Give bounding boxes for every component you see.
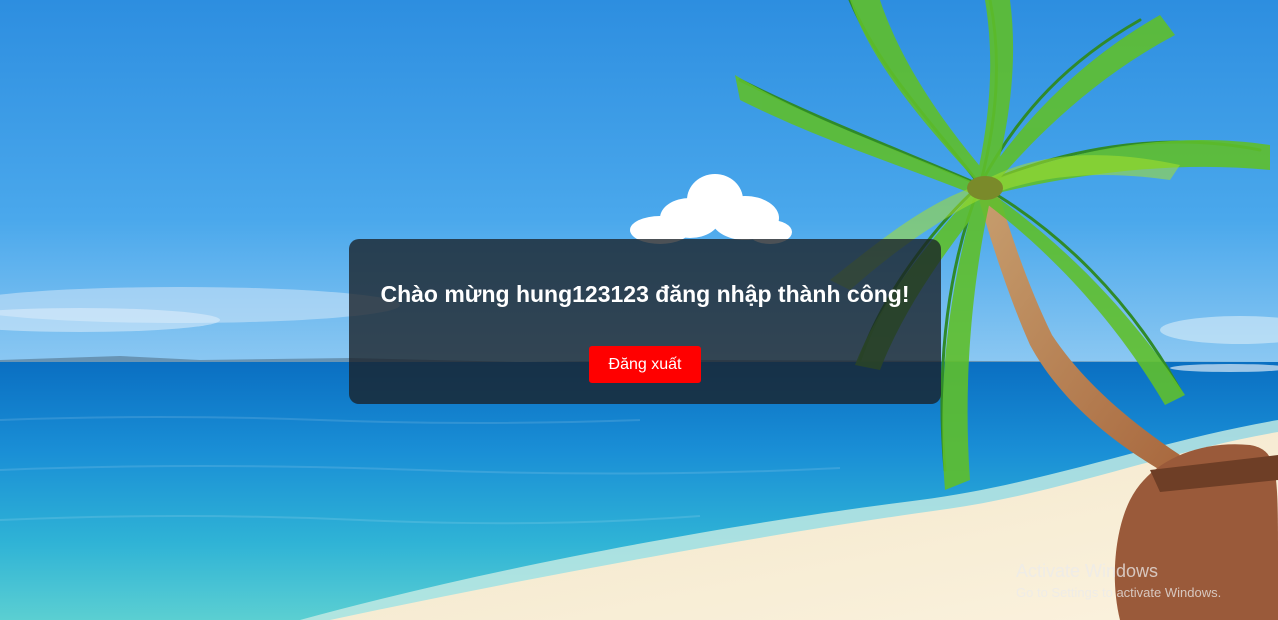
watermark-subtitle: Go to Settings to activate Windows.	[1016, 585, 1222, 600]
welcome-message: Chào mừng hung123123 đăng nhập thành côn…	[380, 281, 910, 307]
logout-button[interactable]: Đăng xuất	[589, 346, 701, 383]
activate-windows-watermark: Activate Windows Go to Settings to activ…	[1016, 560, 1221, 602]
welcome-card: Chào mừng hung123123 đăng nhập thành côn…	[349, 239, 941, 404]
watermark-title: Activate Windows	[1016, 561, 1159, 581]
